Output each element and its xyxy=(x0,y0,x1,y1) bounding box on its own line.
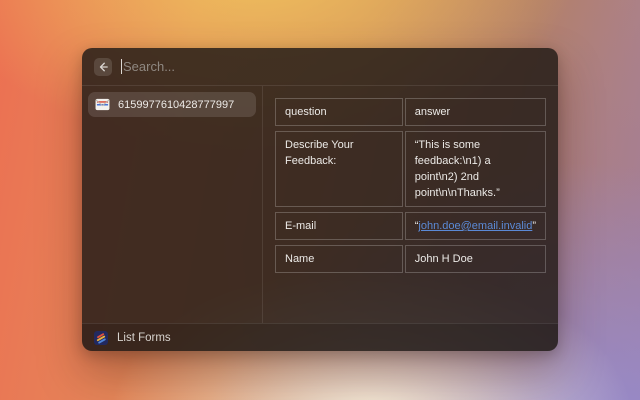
quote-close: ” xyxy=(532,220,536,232)
search-field-wrap xyxy=(121,59,546,74)
text-caret xyxy=(121,59,122,74)
envelope-icon xyxy=(95,98,110,111)
arrow-left-icon xyxy=(98,62,108,72)
status-bar: List Forms xyxy=(82,323,558,351)
launcher-window: 6159977610428777997 question answer Desc… xyxy=(82,48,558,351)
list-item-form-submission[interactable]: 6159977610428777997 xyxy=(88,92,256,117)
column-header-answer: answer xyxy=(405,98,546,126)
table-row-name: Name John H Doe xyxy=(275,245,546,273)
answer-cell: John H Doe xyxy=(405,245,546,273)
answer-cell: “john.doe@email.invalid” xyxy=(405,212,546,240)
table-row-email: E-mail “john.doe@email.invalid” xyxy=(275,212,546,240)
desktop-background: 6159977610428777997 question answer Desc… xyxy=(0,0,640,400)
list-item-label: 6159977610428777997 xyxy=(118,99,234,111)
content-area: 6159977610428777997 question answer Desc… xyxy=(82,86,558,323)
detail-pane: question answer Describe Your Feedback: … xyxy=(263,86,558,323)
table-row-feedback: Describe Your Feedback: “This is some fe… xyxy=(275,131,546,207)
command-name-label: List Forms xyxy=(117,332,171,344)
answer-cell: “This is some feedback:\n1) a point\n2) … xyxy=(405,131,546,207)
email-link[interactable]: john.doe@email.invalid xyxy=(418,220,532,232)
question-cell: Name xyxy=(275,245,403,273)
column-header-question: question xyxy=(275,98,403,126)
table-header-row: question answer xyxy=(275,98,546,126)
results-sidebar: 6159977610428777997 xyxy=(82,86,263,323)
list-forms-icon xyxy=(94,331,108,345)
question-cell: Describe Your Feedback: xyxy=(275,131,403,207)
question-cell: E-mail xyxy=(275,212,403,240)
search-input[interactable] xyxy=(123,59,546,74)
search-bar xyxy=(82,48,558,86)
back-button[interactable] xyxy=(94,58,112,76)
question-answer-table: question answer Describe Your Feedback: … xyxy=(273,93,548,278)
